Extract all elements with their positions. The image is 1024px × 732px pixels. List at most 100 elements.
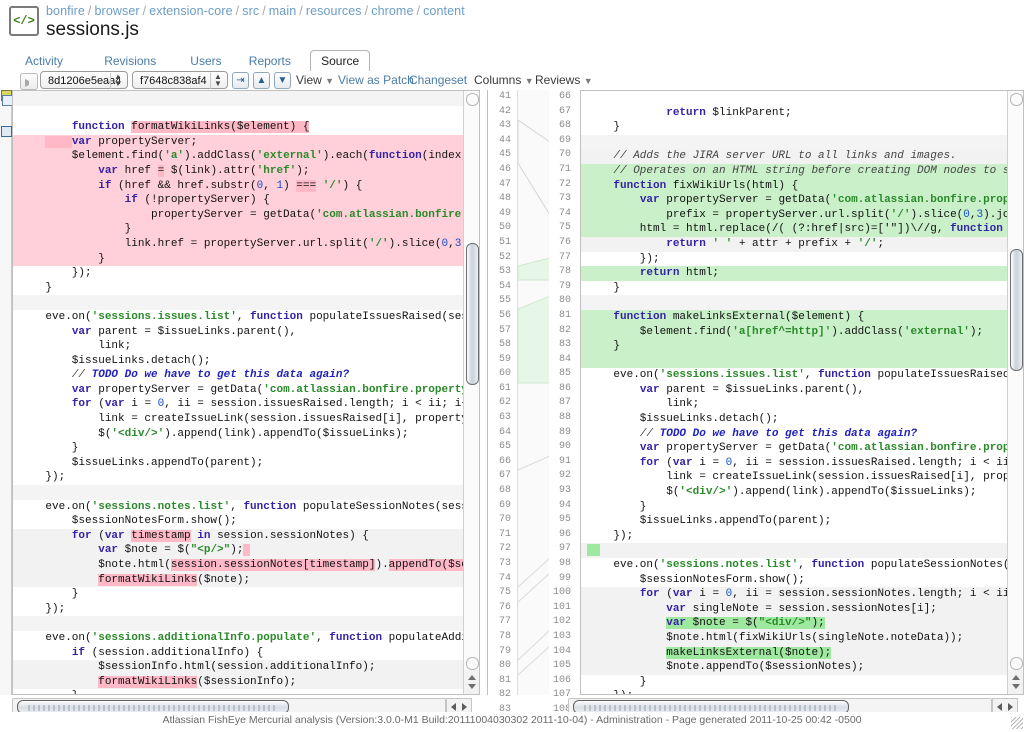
code-line: eve.on('sessions.notes.list', function p… xyxy=(581,558,1023,573)
line-number: 69 xyxy=(498,499,511,511)
right-pane-scroll-thumb[interactable] xyxy=(1010,249,1023,371)
code-line: var propertyServer = getData('com.atlass… xyxy=(581,441,1023,456)
line-number: 76 xyxy=(558,236,571,248)
code-line: } xyxy=(581,499,1009,515)
diff-connector-lane xyxy=(517,90,551,695)
code-file-icon: </> xyxy=(9,6,39,36)
line-number: 65 xyxy=(498,441,511,453)
code-line: } xyxy=(581,339,1009,354)
fisheye-source-diff-page: </> bonfire / browser / extension-core / src / m… xyxy=(0,0,1024,730)
tab-source[interactable]: Source xyxy=(310,50,371,73)
code-line: }); xyxy=(13,601,465,617)
line-number: 62 xyxy=(498,397,511,409)
tab-reports[interactable]: Reports xyxy=(238,50,302,71)
code-line xyxy=(13,295,465,310)
line-number: 90 xyxy=(558,441,571,453)
code-line: if (href && href.substr(0, 1) === '/') { xyxy=(13,178,465,194)
code-line: } xyxy=(13,222,465,237)
left-pane-scroll-arrows[interactable] xyxy=(463,670,479,694)
line-number: 96 xyxy=(558,528,571,540)
tab-revisions[interactable]: Revisions xyxy=(93,50,167,71)
chevron-updown-icon: ▲ ▼ xyxy=(110,73,125,89)
breadcrumb[interactable]: bonfire / browser / extension-core / src / main /… xyxy=(46,4,465,18)
line-number: 71 xyxy=(498,528,511,540)
line-number: 77 xyxy=(558,251,571,263)
line-number: 66 xyxy=(558,91,571,102)
line-number: 46 xyxy=(498,163,511,175)
columns-menu[interactable]: Columns ▼ xyxy=(474,72,534,88)
code-line: }); xyxy=(581,251,1009,267)
scroll-down-icon xyxy=(468,684,476,689)
code-line xyxy=(581,353,1009,369)
line-number: 42 xyxy=(498,105,511,117)
line-number: 76 xyxy=(498,601,511,613)
code-line: eve.on('sessions.additionalInfo.populate… xyxy=(13,630,479,646)
code-line: makeLinksExternal($note); xyxy=(581,645,1009,661)
breadcrumb-item-browser[interactable]: browser xyxy=(95,4,140,18)
code-line: return ' ' + attr + prefix + '/'; xyxy=(581,236,1009,252)
breadcrumb-item-extension-core[interactable]: extension-core xyxy=(149,4,232,18)
code-line xyxy=(13,91,465,106)
line-number: 103 xyxy=(552,630,571,642)
left-pane-scroll-thumb[interactable] xyxy=(466,243,479,385)
line-number: 41 xyxy=(498,91,511,102)
line-number: 89 xyxy=(558,426,571,438)
revision-from-select[interactable]: 8d1206e5eaa4 ▲ ▼ xyxy=(40,71,128,89)
view-as-patch-link[interactable]: View as Patch xyxy=(338,72,414,88)
reviews-menu[interactable]: Reviews ▼ xyxy=(535,72,593,88)
right-pane-vertical-scrollbar[interactable] xyxy=(1007,91,1023,672)
line-number: 101 xyxy=(552,601,571,613)
code-line: if (session.additionalInfo) { xyxy=(13,645,465,661)
line-number: 85 xyxy=(558,368,571,380)
line-number: 79 xyxy=(558,280,571,292)
tab-bar: Activity Revisions Users Reports Source xyxy=(0,50,1024,73)
resize-grip-icon[interactable] xyxy=(1011,717,1023,729)
breadcrumb-item-src[interactable]: src xyxy=(242,4,259,18)
left-pane-vertical-scrollbar[interactable] xyxy=(463,91,479,672)
code-line: var $note = $("<p/>"); xyxy=(13,543,465,558)
line-number: 97 xyxy=(558,543,571,555)
breadcrumb-item-main[interactable]: main xyxy=(269,4,297,18)
right-pane-scroll-arrows[interactable] xyxy=(1007,670,1023,694)
code-line: function fixWikiUrls(html) { xyxy=(581,178,1009,194)
code-line: $issueLinks.detach(); xyxy=(581,412,1009,427)
revision-to-select[interactable]: f7648c838af4 ▲ ▼ xyxy=(132,71,228,89)
tab-activity[interactable]: Activity xyxy=(14,50,74,71)
breadcrumb-item-bonfire[interactable]: bonfire xyxy=(46,4,85,18)
breadcrumb-separator: / xyxy=(142,4,147,18)
line-number: 70 xyxy=(558,149,571,161)
code-line: return $linkParent; xyxy=(581,105,1009,121)
view-menu-label: View xyxy=(296,73,322,87)
line-number: 43 xyxy=(498,120,511,132)
breadcrumb-item-chrome[interactable]: chrome xyxy=(371,4,413,18)
new-revision-code-pane[interactable]: return $linkParent; } // Adds the JIRA s… xyxy=(580,90,1024,695)
up-arrow-icon[interactable]: ▲ xyxy=(253,72,270,89)
changeset-link[interactable]: Changeset xyxy=(409,72,467,88)
line-number: 86 xyxy=(558,382,571,394)
line-number: 68 xyxy=(498,485,511,497)
down-arrow-icon[interactable]: ▼ xyxy=(274,72,291,89)
code-line: eve.on('sessions.issues.list', function … xyxy=(13,309,479,325)
code-line: }); xyxy=(13,470,465,486)
compare-arrow-icon[interactable]: ⇥ xyxy=(232,72,249,89)
back-arrow-icon[interactable] xyxy=(20,73,38,90)
breadcrumb-item-resources[interactable]: resources xyxy=(306,4,362,18)
code-line: // TODO Do we have to get this data agai… xyxy=(13,368,465,383)
chevron-down-icon: ▼ xyxy=(583,76,593,86)
line-number: 94 xyxy=(558,499,571,511)
tab-users[interactable]: Users xyxy=(179,50,232,71)
code-line: propertyServer = getData('com.atlassian.… xyxy=(13,207,479,223)
line-number: 74 xyxy=(558,207,571,219)
line-number: 84 xyxy=(558,353,571,365)
sidebar-toggle-icon[interactable] xyxy=(1,126,12,137)
line-number: 73 xyxy=(558,193,571,205)
code-line: $note.html(session.sessionNotes[timestam… xyxy=(13,558,479,573)
code-line: var parent = $issueLinks.parent(), xyxy=(13,324,465,340)
old-revision-code-pane[interactable]: function formatWikiLinks($element) { var… xyxy=(12,90,480,695)
line-number: 100 xyxy=(552,587,571,599)
scroll-up-icon xyxy=(468,675,476,680)
view-menu[interactable]: View ▼ xyxy=(296,72,334,88)
breadcrumb-item-content[interactable]: content xyxy=(423,4,465,18)
line-number: 68 xyxy=(558,120,571,132)
line-number: 60 xyxy=(498,368,511,380)
